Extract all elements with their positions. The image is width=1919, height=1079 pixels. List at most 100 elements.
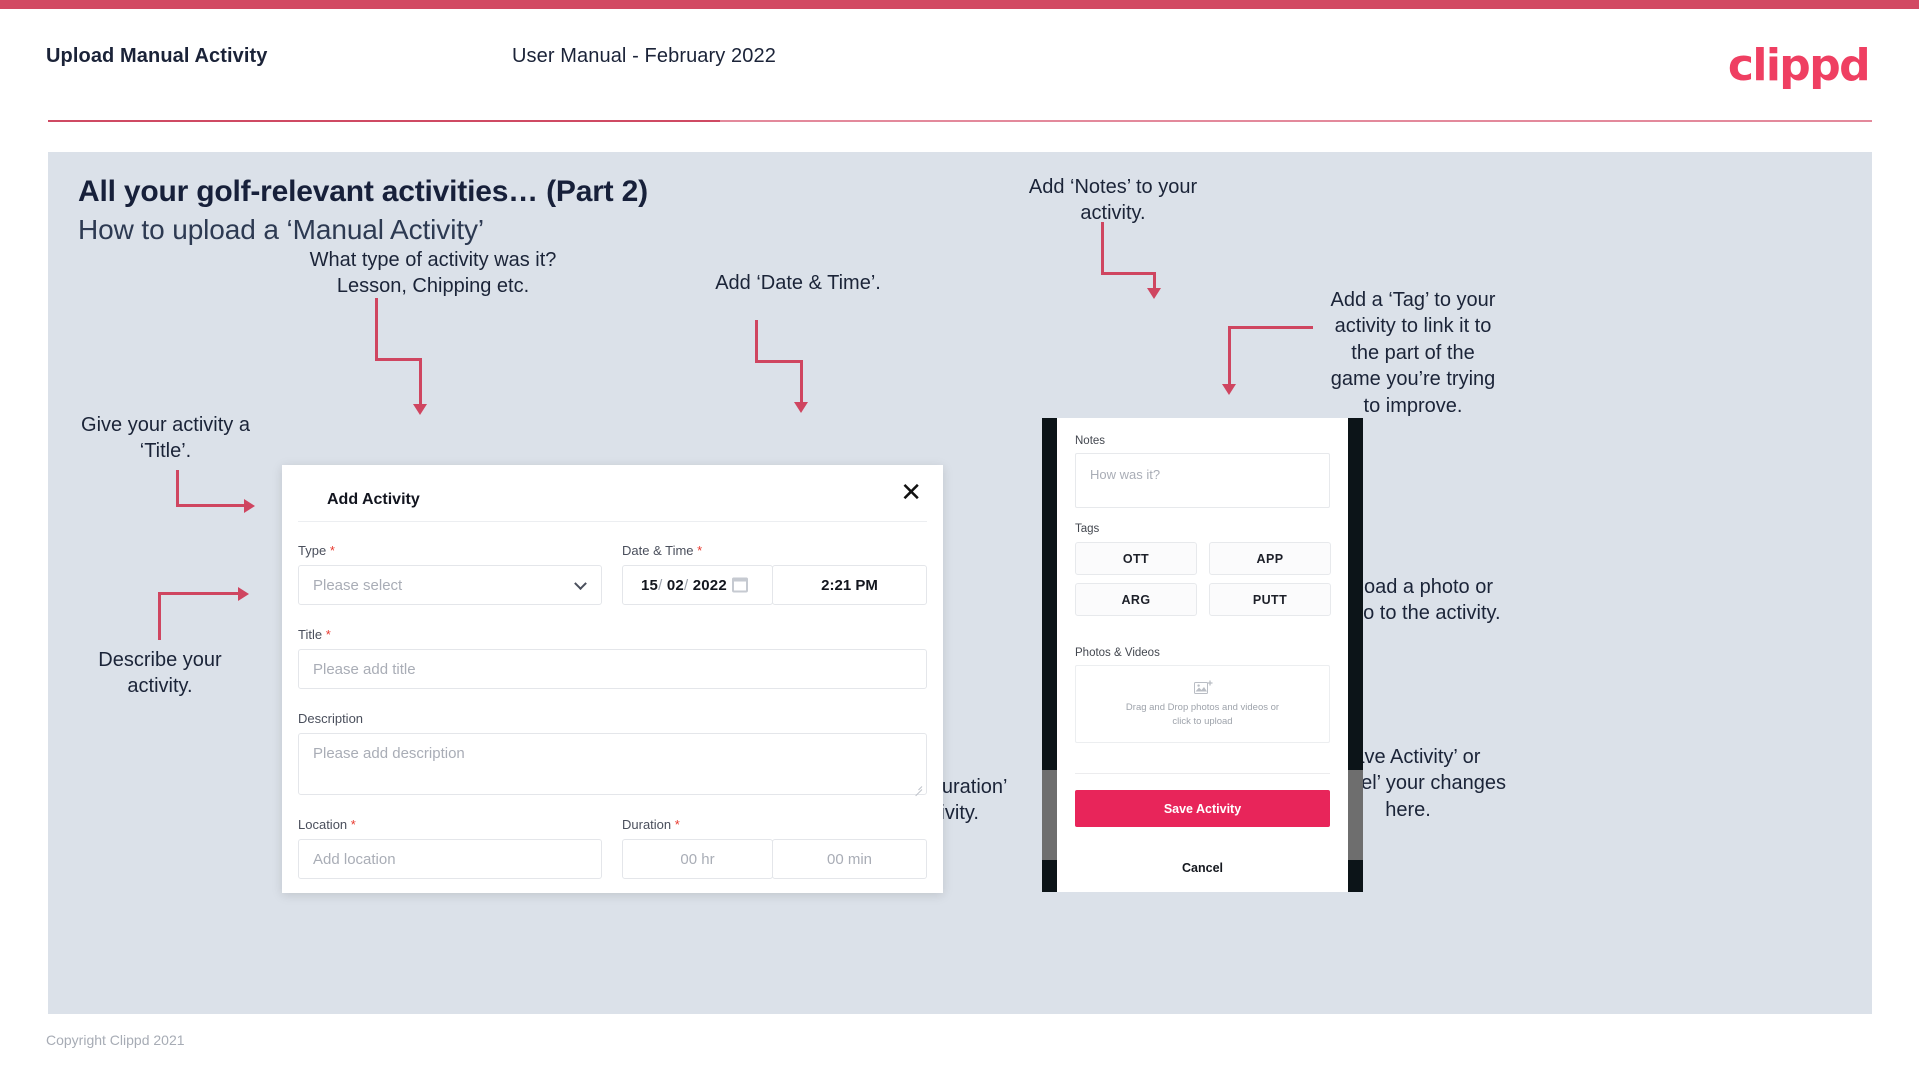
duration-label: Duration * xyxy=(622,817,680,832)
connector-notes-v1 xyxy=(1101,222,1104,274)
connector-datetime-arrow xyxy=(794,402,808,413)
connector-datetime-v2 xyxy=(800,360,803,404)
close-icon[interactable]: ✕ xyxy=(900,479,922,505)
duration-required: * xyxy=(674,817,680,832)
connector-title-h xyxy=(176,504,246,507)
description-placeholder: Please add description xyxy=(313,745,465,762)
connector-title-v xyxy=(176,470,179,506)
add-image-icon xyxy=(1193,679,1212,694)
modal-divider xyxy=(298,521,927,522)
connector-tags-arrow xyxy=(1222,384,1236,395)
date-month: 02 xyxy=(666,576,684,594)
notes-placeholder: How was it? xyxy=(1090,467,1161,482)
location-input[interactable]: Add location xyxy=(298,839,602,879)
connector-desc-h xyxy=(158,592,240,595)
type-label-text: Type xyxy=(298,543,327,558)
type-placeholder: Please select xyxy=(313,576,403,594)
copyright-text: Copyright Clippd 2021 xyxy=(46,1032,185,1048)
date-year: 2022 xyxy=(692,576,727,594)
phone-bezel-right-accent xyxy=(1348,770,1363,860)
connector-type-v2 xyxy=(419,358,422,406)
media-dropzone[interactable]: Drag and Drop photos and videos or click… xyxy=(1075,665,1330,743)
calendar-icon[interactable] xyxy=(732,577,748,593)
dropzone-line-1: Drag and Drop photos and videos or xyxy=(1125,701,1280,713)
description-label-text: Description xyxy=(298,711,364,726)
modal-title: Add Activity xyxy=(327,491,420,508)
location-label: Location * xyxy=(298,817,356,832)
time-value: 2:21 PM xyxy=(821,576,878,594)
slide-canvas: All your golf-relevant activities… (Part… xyxy=(48,152,1872,1014)
date-sep1: / xyxy=(658,576,663,594)
clippd-logo: clippd xyxy=(1727,40,1871,91)
time-input[interactable]: 2:21 PM xyxy=(772,565,927,605)
annotation-type: What type of activity was it? Lesson, Ch… xyxy=(309,249,557,298)
annotation-description: Describe your activity. xyxy=(98,649,222,698)
title-label-text: Title xyxy=(298,627,323,642)
datetime-label-text: Date & Time xyxy=(622,543,694,558)
phone-mockup: Notes How was it? Tags OTT APP ARG PUTT … xyxy=(1042,418,1363,892)
tags-label: Tags xyxy=(1075,523,1100,535)
slide-subheading: How to upload a ‘Manual Activity’ xyxy=(78,214,485,245)
notes-input[interactable]: How was it? xyxy=(1075,453,1330,508)
phone-divider xyxy=(1075,773,1330,774)
type-required: * xyxy=(329,543,335,558)
annotation-title: Give your activity a ‘Title’. xyxy=(81,414,250,463)
cancel-button[interactable]: Cancel xyxy=(1057,861,1348,875)
title-placeholder: Please add title xyxy=(313,660,416,678)
save-activity-button[interactable]: Save Activity xyxy=(1075,790,1330,827)
connector-notes-arrow xyxy=(1147,288,1161,299)
connector-datetime-v1 xyxy=(755,320,758,362)
dropzone-line-2: click to upload xyxy=(1172,716,1233,727)
location-required: * xyxy=(350,817,356,832)
page-title: Upload Manual Activity xyxy=(46,45,268,67)
type-label: Type * xyxy=(298,543,335,558)
type-select[interactable]: Please select xyxy=(298,565,602,605)
duration-label-text: Duration xyxy=(622,817,672,832)
date-day: 15 xyxy=(641,576,659,594)
connector-type-arrow xyxy=(413,404,427,415)
tag-putt[interactable]: PUTT xyxy=(1209,583,1331,616)
location-label-text: Location xyxy=(298,817,348,832)
connector-tags-h xyxy=(1228,326,1313,329)
notes-label: Notes xyxy=(1075,435,1106,447)
chevron-down-icon xyxy=(574,577,587,591)
connector-tags-v xyxy=(1228,326,1231,386)
page-subtitle: User Manual - February 2022 xyxy=(512,45,776,67)
tag-ott[interactable]: OTT xyxy=(1075,542,1197,575)
date-input[interactable]: 15/ 02/ 2022 xyxy=(622,565,773,605)
location-placeholder: Add location xyxy=(313,850,396,868)
connector-title-arrow xyxy=(244,499,255,513)
connector-type-v1 xyxy=(375,298,378,360)
description-label: Description xyxy=(298,711,363,726)
annotation-tags: Add a ‘Tag’ to your activity to link it … xyxy=(1330,289,1496,417)
phone-bezel-left-accent xyxy=(1042,770,1057,860)
tag-arg[interactable]: ARG xyxy=(1075,583,1197,616)
title-required: * xyxy=(325,627,331,642)
add-activity-modal: Add Activity ✕ Type * Please select Date… xyxy=(282,465,943,893)
connector-desc-v xyxy=(158,592,161,640)
connector-desc-arrow xyxy=(238,587,249,601)
tag-app[interactable]: APP xyxy=(1209,542,1331,575)
connector-type-h xyxy=(375,358,422,361)
slide-page: Upload Manual Activity User Manual - Feb… xyxy=(0,0,1919,1079)
duration-minutes-value: 00 min xyxy=(826,850,873,868)
slide-heading: All your golf-relevant activities… (Part… xyxy=(78,175,648,208)
duration-minutes-input[interactable]: 00 min xyxy=(772,839,927,879)
connector-datetime-h xyxy=(755,360,803,363)
connector-notes-h xyxy=(1101,272,1156,275)
datetime-label: Date & Time * xyxy=(622,543,702,558)
duration-hours-input[interactable]: 00 hr xyxy=(622,839,773,879)
header-divider-light xyxy=(720,120,1872,122)
annotation-datetime: Add ‘Date & Time’. xyxy=(715,272,881,294)
title-input[interactable]: Please add title xyxy=(298,649,927,689)
description-input[interactable]: Please add description xyxy=(298,733,927,795)
resize-handle-icon[interactable] xyxy=(913,782,922,791)
duration-hours-value: 00 hr xyxy=(680,850,715,868)
top-accent-strip xyxy=(0,0,1919,9)
date-sep2: / xyxy=(683,576,689,594)
annotation-notes: Add ‘Notes’ to your activity. xyxy=(1028,176,1198,225)
datetime-required: * xyxy=(697,543,703,558)
title-label: Title * xyxy=(298,627,331,642)
phone-screen: Notes How was it? Tags OTT APP ARG PUTT … xyxy=(1057,418,1348,892)
media-label: Photos & Videos xyxy=(1075,647,1160,659)
